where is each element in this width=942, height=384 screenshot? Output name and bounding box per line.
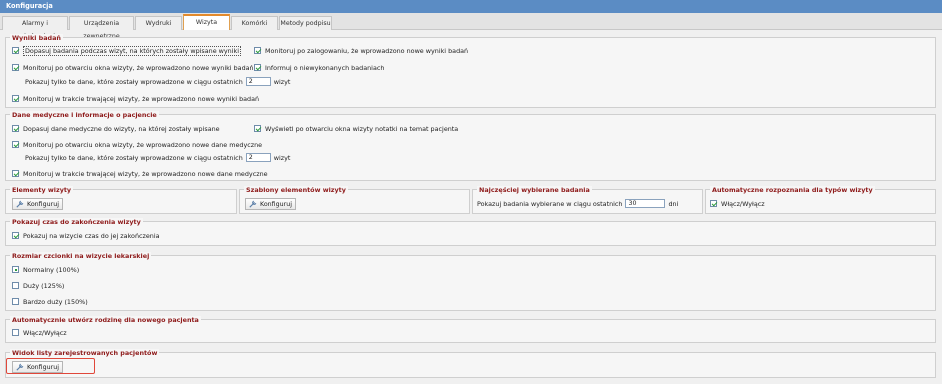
checkbox[interactable] — [12, 125, 19, 132]
limit-input[interactable]: 30 — [625, 199, 666, 208]
group-title: Elementy wizyty — [10, 186, 74, 194]
checkbox-label: Włącz/Wyłącz — [23, 328, 67, 337]
checkbox-row[interactable]: Pokazuj na wizycie czas do jej zakończen… — [12, 231, 160, 240]
checkbox[interactable] — [254, 47, 261, 54]
radio-label: Duży (125%) — [23, 281, 65, 290]
wrench-icon — [16, 200, 24, 208]
limit-suffix: wizyt — [273, 153, 291, 162]
configure-button[interactable]: Konfiguruj — [245, 198, 296, 210]
group-rodzina: Automatycznie utwórz rodzinę dla nowego … — [5, 316, 936, 343]
window-title: Konfiguracja — [0, 0, 942, 13]
radio[interactable] — [12, 266, 19, 273]
checkbox-row[interactable]: Monitoruj po zalogowaniu, że wprowadzono… — [254, 46, 468, 55]
group-widok-listy: Widok listy zarejestrowanych pacjentów K… — [5, 349, 936, 378]
checkbox[interactable] — [12, 141, 19, 148]
tab-metody-podpisu[interactable]: Metody podpisu — [279, 16, 332, 30]
button-label: Konfiguruj — [260, 200, 292, 208]
limit-input[interactable]: 2 — [245, 77, 271, 86]
checkbox-row[interactable]: Dopasuj dane medyczne do wizyty, na któr… — [12, 124, 220, 133]
radio[interactable] — [12, 298, 19, 305]
tab-alarmy[interactable]: Alarmy i powiadomienia — [2, 16, 68, 40]
checkbox[interactable] — [254, 125, 261, 132]
group-czas-zakonczenia: Pokazuj czas do zakończenia wizyty Pokaz… — [5, 218, 936, 246]
group-title: Najczęściej wybierane badania — [477, 186, 592, 194]
checkbox[interactable] — [12, 329, 19, 336]
tab-komorki[interactable]: Komórki — [231, 16, 278, 30]
checkbox-row[interactable]: Monitoruj po otwarciu okna wizyty, że wp… — [12, 140, 262, 149]
checkbox[interactable] — [12, 47, 19, 54]
group-rozpoznania: Automatyczne rozpoznania dla typów wizyt… — [705, 186, 936, 214]
radio-label: Normalny (100%) — [23, 265, 80, 274]
checkbox[interactable] — [254, 64, 261, 71]
checkbox[interactable] — [12, 170, 19, 177]
limit-prefix: Pokazuj tylko te dane, które zostały wpr… — [25, 77, 243, 86]
group-title: Automatycznie utwórz rodzinę dla nowego … — [10, 316, 201, 324]
tab-wizyta[interactable]: Wizyta — [183, 14, 230, 30]
checkbox-label: Pokazuj na wizycie czas do jej zakończen… — [23, 231, 160, 240]
checkbox-label: Monitoruj po otwarciu okna wizyty, że wp… — [23, 63, 254, 72]
group-title: Szablony elementów wizyty — [244, 186, 348, 194]
checkbox[interactable] — [710, 200, 717, 207]
checkbox-label: Monitoruj po otwarciu okna wizyty, że wp… — [23, 140, 263, 149]
checkbox-row[interactable]: Włącz/Wyłącz — [12, 328, 67, 337]
checkbox[interactable] — [12, 95, 19, 102]
group-title: Dane medyczne i informacje o pacjencie — [10, 111, 159, 119]
group-dane-medyczne: Dane medyczne i informacje o pacjencie D… — [5, 111, 936, 181]
checkbox-row[interactable]: Informuj o niewykonanych badaniach — [254, 63, 384, 72]
configure-button[interactable]: Konfiguruj — [12, 198, 63, 210]
checkbox-row[interactable]: Włącz/Wyłącz — [710, 199, 765, 208]
checkbox-label: Monitoruj w trakcie trwającej wizyty, że… — [23, 94, 260, 103]
radio-row[interactable]: Duży (125%) — [12, 281, 64, 290]
limit-suffix: dni — [668, 199, 679, 208]
limit-suffix: wizyt — [273, 77, 291, 86]
checkbox-label: Monitoruj po zalogowaniu, że wprowadzono… — [265, 46, 469, 55]
checkbox-label: Włącz/Wyłącz — [721, 199, 765, 208]
radio-row[interactable]: Normalny (100%) — [12, 265, 79, 274]
limit-input[interactable]: 2 — [245, 153, 271, 162]
checkbox[interactable] — [12, 232, 19, 239]
checkbox-row[interactable]: Dopasuj badania podczas wizyt, na któryc… — [12, 45, 241, 56]
highlight-box — [6, 358, 95, 374]
group-title: Wyniki badań — [10, 34, 63, 42]
group-wyniki-badan: Wyniki badań Dopasuj badania podczas wiz… — [5, 34, 936, 108]
wrench-icon — [249, 200, 257, 208]
group-title: Automatyczne rozpoznania dla typów wizyt… — [710, 186, 875, 194]
checkbox-label: Informuj o niewykonanych badaniach — [265, 63, 385, 72]
tab-wydruki[interactable]: Wydruki — [135, 16, 182, 30]
limit-row: Pokazuj badania wybierane w ciągu ostatn… — [477, 199, 678, 208]
checkbox-label: Dopasuj dane medyczne do wizyty, na któr… — [23, 124, 220, 133]
button-label: Konfiguruj — [27, 200, 59, 208]
checkbox-row[interactable]: Wyświetl po otwarciu okna wizyty notatki… — [254, 124, 458, 133]
radio[interactable] — [12, 282, 19, 289]
limit-prefix: Pokazuj badania wybierane w ciągu ostatn… — [477, 199, 623, 208]
checkbox-label: Dopasuj badania podczas wizyt, na któryc… — [23, 45, 241, 56]
radio-row[interactable]: Bardzo duży (150%) — [12, 297, 88, 306]
group-szablony: Szablony elementów wizyty Konfiguruj — [239, 186, 470, 214]
group-najczesciej-wybierane: Najczęściej wybierane badania Pokazuj ba… — [472, 186, 703, 214]
tab-urzadzenia[interactable]: Urządzenia zewnętrzne — [69, 16, 134, 40]
limit-row: Pokazuj tylko te dane, które zostały wpr… — [25, 77, 290, 86]
tab-bar: Alarmy i powiadomienia Urządzenia zewnęt… — [0, 13, 942, 40]
checkbox-label: Wyświetl po otwarciu okna wizyty notatki… — [265, 124, 459, 133]
checkbox-row[interactable]: Monitoruj w trakcie trwającej wizyty, że… — [12, 94, 259, 103]
checkbox-row[interactable]: Monitoruj po otwarciu okna wizyty, że wp… — [12, 63, 254, 72]
checkbox-row[interactable]: Monitoruj w trakcie trwającej wizyty, że… — [12, 169, 268, 178]
group-elementy-wizyty: Elementy wizyty Konfiguruj — [5, 186, 237, 214]
group-rozmiar-czcionki: Rozmiar czcionki na wizycie lekarskiej N… — [5, 252, 936, 311]
checkbox-label: Monitoruj w trakcie trwającej wizyty, że… — [23, 169, 268, 178]
radio-label: Bardzo duży (150%) — [23, 297, 88, 306]
checkbox[interactable] — [12, 64, 19, 71]
group-title: Rozmiar czcionki na wizycie lekarskiej — [10, 252, 152, 260]
limit-row: Pokazuj tylko te dane, które zostały wpr… — [25, 153, 290, 162]
limit-prefix: Pokazuj tylko te dane, które zostały wpr… — [25, 153, 243, 162]
group-title: Widok listy zarejestrowanych pacjentów — [10, 349, 160, 357]
group-title: Pokazuj czas do zakończenia wizyty — [10, 218, 143, 226]
